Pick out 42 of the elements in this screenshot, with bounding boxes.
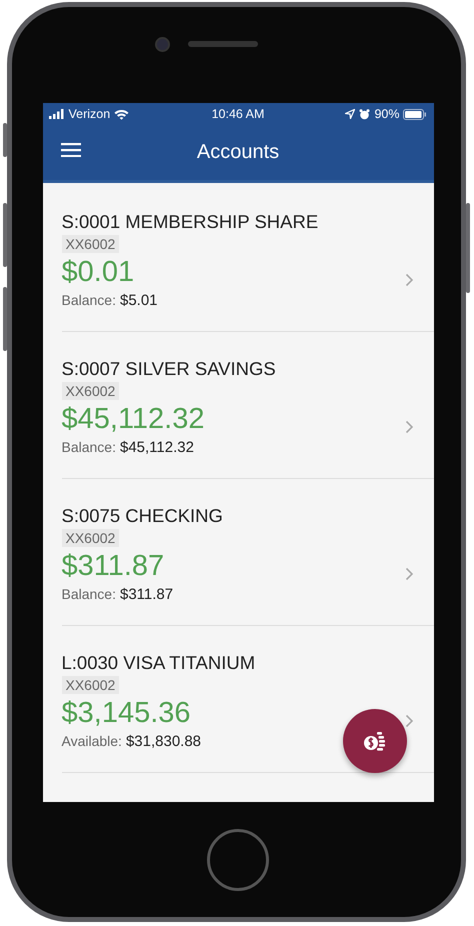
menu-button[interactable]: [60, 143, 80, 157]
chevron-right-icon: [404, 567, 414, 581]
account-name: S:0001 MEMBERSHIP SHARE: [62, 211, 318, 233]
speaker-grille: [188, 41, 258, 47]
chevron-right-icon: [404, 420, 414, 434]
account-item[interactable]: S:0007 SILVER SAVINGS XX6002 $45,112.32 Balance: $45,112.32: [62, 332, 434, 479]
account-number-tag: XX6002: [62, 676, 120, 694]
balance-label: Balance:: [62, 292, 116, 308]
balance-value: $5.01: [120, 292, 158, 309]
account-amount: $311.87: [62, 549, 164, 584]
camera-lens: [155, 36, 170, 52]
account-amount: $0.01: [62, 255, 134, 290]
account-item[interactable]: S:0075 CHECKING XX6002 $311.87 Balance: $311.87: [62, 479, 434, 626]
account-name: S:0007 SILVER SAVINGS: [62, 358, 276, 380]
account-number-tag: XX6002: [62, 235, 120, 253]
chevron-right-icon: [404, 273, 414, 287]
account-name: S:0075 CHECKING: [62, 505, 223, 527]
account-number-tag: XX6002: [62, 382, 120, 400]
chevron-right-icon: [404, 714, 414, 728]
balance-value: $31,830.88: [126, 733, 202, 750]
home-button[interactable]: [207, 828, 269, 890]
account-amount: $45,112.32: [62, 402, 204, 437]
menu-icon: [60, 143, 80, 157]
account-item[interactable]: S:0001 MEMBERSHIP SHARE XX6002 $0.01 Balance: $5.01: [62, 185, 434, 332]
balance-label: Balance:: [62, 586, 116, 602]
battery-icon: [403, 108, 428, 120]
balance-label: Available:: [62, 733, 122, 749]
wifi-icon: [114, 108, 130, 120]
balance-value: $311.87: [120, 586, 174, 603]
account-number-tag: XX6002: [62, 529, 120, 547]
transfer-button[interactable]: [342, 709, 406, 773]
alarm-icon: [359, 108, 370, 120]
balance-value: $45,112.32: [120, 439, 194, 456]
balance-label: Balance:: [62, 439, 116, 455]
carrier-name: Verizon: [68, 107, 110, 121]
account-amount: $3,145.36: [62, 696, 191, 731]
location-arrow-icon: [345, 109, 356, 119]
status-time: 10:46 AM: [212, 107, 264, 121]
header-title: Accounts: [196, 141, 280, 164]
signal-icon: [48, 109, 64, 119]
battery-percent: 90%: [374, 107, 400, 121]
account-name: L:0030 VISA TITANIUM: [62, 652, 256, 674]
